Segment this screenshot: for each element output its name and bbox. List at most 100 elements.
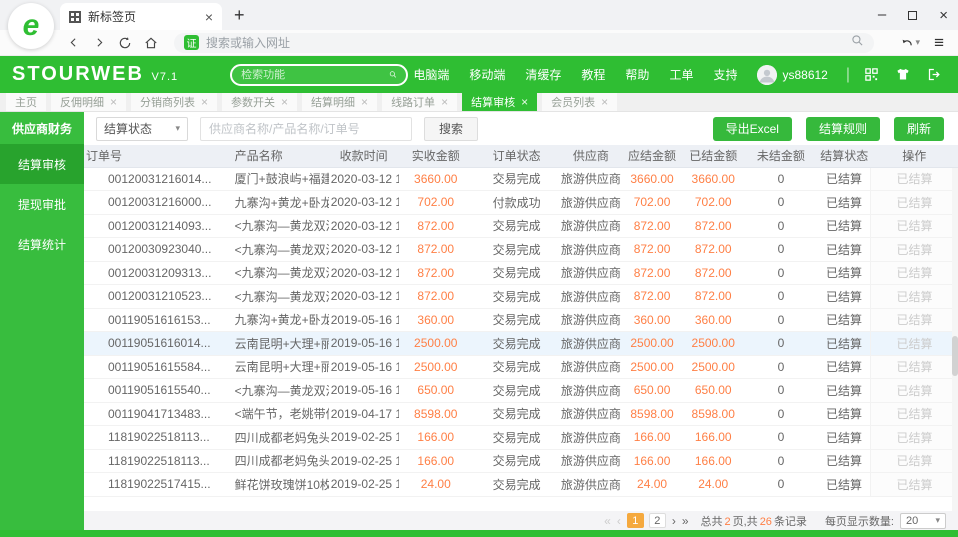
table-row[interactable]: 00120031214093... <九寨沟—黄龙双汽三日游>... 2020-… <box>84 214 958 238</box>
header-menu-item[interactable]: 帮助 <box>625 66 649 83</box>
first-page-icon[interactable]: « <box>604 515 611 527</box>
maximize-button[interactable] <box>908 10 918 20</box>
scrollbar-thumb[interactable] <box>952 336 958 376</box>
sidebar-item[interactable]: 提现审批 <box>0 184 84 224</box>
search-button[interactable]: 搜索 <box>424 116 479 141</box>
page-tab-close-icon[interactable]: × <box>110 95 117 109</box>
next-page-icon[interactable]: › <box>672 515 676 527</box>
cell-order-no: 00120030923040... <box>84 237 233 262</box>
minimize-button[interactable]: – <box>878 7 886 22</box>
page-size-select[interactable]: 20 ▾ <box>900 512 946 529</box>
undo-icon[interactable]: ▾ <box>899 36 920 50</box>
header-menu-item[interactable]: 教程 <box>581 66 605 83</box>
tab-close-icon[interactable]: × <box>205 9 213 25</box>
page-tab-label: 结算明细 <box>311 97 356 109</box>
page-tab[interactable]: 反佣明细 × <box>51 93 127 111</box>
prev-page-icon[interactable]: ‹ <box>617 515 621 527</box>
table-row[interactable]: 00120031209313... <九寨沟—黄龙双汽三日游>... 2020-… <box>84 261 958 285</box>
page-tab[interactable]: 结算明细 × <box>302 93 378 111</box>
function-search-box[interactable] <box>230 63 409 86</box>
forward-icon[interactable] <box>86 32 112 54</box>
page-tab-close-icon[interactable]: × <box>441 95 448 109</box>
toolbar-right: ▾ ≡ <box>899 33 944 53</box>
table-row[interactable]: 11819022518113... 四川成都老妈兔头麻辣兔腿自... 2019-… <box>84 425 958 450</box>
table-row[interactable]: 00119051615540... <九寨沟—黄龙双汽三日游>... 2019-… <box>84 378 958 403</box>
header-menu-item[interactable]: 工单 <box>669 66 693 83</box>
back-icon[interactable] <box>60 32 86 54</box>
page-tab-close-icon[interactable]: × <box>281 95 288 109</box>
table-row[interactable]: 11819022518113... 四川成都老妈兔头麻辣兔腿自... 2019-… <box>84 449 958 473</box>
page-tab-close-icon[interactable]: × <box>521 95 528 109</box>
brand-version: V7.1 <box>151 71 179 83</box>
page-tab[interactable]: 会员列表 × <box>542 93 618 111</box>
table-row[interactable]: 11819022517415... 鲜花饼玫瑰饼10枚礼盒装（... 2019-… <box>84 472 958 497</box>
last-page-icon[interactable]: » <box>682 515 689 527</box>
address-search-icon[interactable] <box>851 34 864 52</box>
theme-shirt-icon[interactable] <box>895 67 911 82</box>
keyword-input[interactable] <box>200 116 412 141</box>
cell-supplier: 旅游供应商 <box>560 167 622 191</box>
cell-pay-time: 2019-04-17 14:0... <box>328 402 399 426</box>
sidebar-item[interactable]: 结算审核 <box>0 144 84 184</box>
cell-order-no: 00119051615540... <box>84 378 233 403</box>
cell-due-amount: 3660.00 <box>621 167 683 191</box>
cell-settled-amount: 872.00 <box>682 237 744 262</box>
settle-status-select[interactable]: 结算状态 ▾ <box>96 116 188 141</box>
close-button[interactable]: × <box>939 7 948 24</box>
export-excel-button[interactable]: 导出Excel <box>712 116 792 141</box>
cell-order-no: 00119051616014... <box>84 331 233 356</box>
page-tab-close-icon[interactable]: × <box>361 95 368 109</box>
settle-rules-button[interactable]: 结算规则 <box>805 116 880 141</box>
function-search-input[interactable] <box>241 68 384 81</box>
home-icon[interactable] <box>138 32 164 54</box>
table-row[interactable]: 00120031216000... 九寨沟+黄龙+卧龙熊猫谷+都... 2020… <box>84 190 958 215</box>
cell-order-no: 00120031209313... <box>84 261 233 285</box>
cell-unsettled-amount: 0 <box>743 284 819 309</box>
browser-tab[interactable]: 新标签页 × <box>60 3 222 30</box>
cell-supplier: 旅游供应商 <box>560 190 622 215</box>
cell-settle-status: 已结算 <box>818 261 871 285</box>
chevron-down-icon: ▾ <box>175 123 180 133</box>
page-tab[interactable]: 线路订单 × <box>382 93 458 111</box>
user-chip[interactable]: ys88612 <box>757 64 828 85</box>
page-tab-close-icon[interactable]: × <box>201 95 208 109</box>
table-row[interactable]: 00120031210523... <九寨沟—黄龙双汽三日游>... 2020-… <box>84 284 958 309</box>
table-row[interactable]: 00119041713483... <端午节，老姚带你台湾新体... 2019-… <box>84 402 958 426</box>
cell-order-status: 交易完成 <box>472 402 561 426</box>
address-bar[interactable]: 证 <box>174 32 874 53</box>
url-input[interactable] <box>206 35 844 50</box>
page-tab-close-icon[interactable]: × <box>601 95 608 109</box>
cell-action-settled: 已结算 <box>870 167 958 191</box>
cell-pay-time: 2019-02-25 18:1... <box>328 449 399 473</box>
qr-code-icon[interactable] <box>864 67 879 82</box>
table-row[interactable]: 00119051616014... 云南昆明+大理+丽江+洱海+... 2019… <box>84 331 958 356</box>
header-menu-item[interactable]: 支持 <box>713 66 737 83</box>
page-tab[interactable]: 分销商列表 × <box>131 93 218 111</box>
table-row[interactable]: 00120031216014... 厦门+鼓浪屿+福建土楼5日4... 2020… <box>84 167 958 191</box>
table-row[interactable]: 00120030923040... <九寨沟—黄龙双汽三日游>... 2020-… <box>84 237 958 262</box>
header-menu-item[interactable]: 清缓存 <box>525 66 561 83</box>
pagination-page[interactable]: 1 <box>626 513 644 528</box>
new-tab-button[interactable]: + <box>222 5 257 30</box>
cell-settled-amount: 2500.00 <box>682 331 744 356</box>
refresh-button[interactable]: 刷新 <box>893 116 944 141</box>
page-tab[interactable]: 参数开关 × <box>222 93 298 111</box>
cell-supplier: 旅游供应商 <box>560 355 622 379</box>
filter-actions: 导出Excel 结算规则 刷新 <box>712 116 944 141</box>
page-tab-label: 会员列表 <box>551 97 596 109</box>
cell-order-status: 付款成功 <box>472 190 561 215</box>
table-row[interactable]: 00119051615584... 云南昆明+大理+丽江+洱海+... 2019… <box>84 355 958 379</box>
logout-icon[interactable] <box>927 67 942 82</box>
page-tab[interactable]: 结算审核 × <box>462 93 538 111</box>
table-row[interactable]: 00119051616153... 九寨沟+黄龙+卧龙熊猫谷+都... 2019… <box>84 308 958 332</box>
pagination-page[interactable]: 2 <box>648 513 666 528</box>
page-tab[interactable]: 主页 × <box>6 93 46 111</box>
cell-settled-amount: 872.00 <box>682 284 744 309</box>
header-menu-item[interactable]: 电脑端 <box>413 66 449 83</box>
sidebar-item[interactable]: 结算统计 <box>0 224 84 264</box>
menu-icon[interactable]: ≡ <box>934 33 944 53</box>
browser-logo-icon[interactable]: e <box>8 3 54 49</box>
header-menu-item[interactable]: 移动端 <box>469 66 505 83</box>
reload-icon[interactable] <box>112 32 138 54</box>
table-scrollbar[interactable] <box>952 168 958 511</box>
